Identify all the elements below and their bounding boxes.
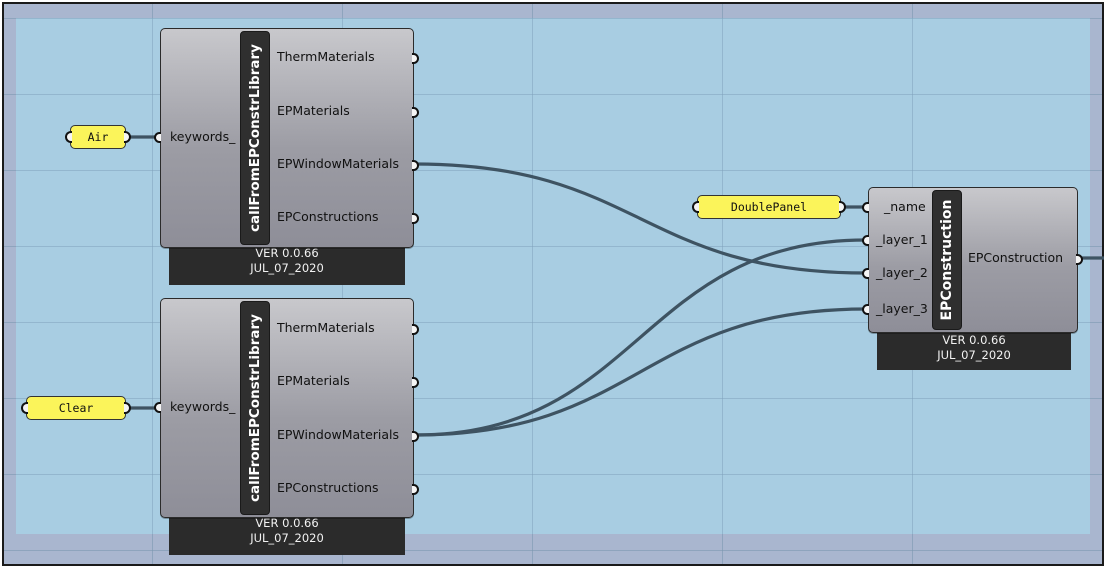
panel-air[interactable]: Air [65,125,131,149]
component-version-footer: VER 0.0.66 JUL_07_2020 [169,243,405,285]
input-label-name: _name [884,199,926,214]
output-label-epconstruction: EPConstruction [968,250,1064,265]
panel-double-panel[interactable]: DoublePanel [692,195,846,219]
panel-clear[interactable]: Clear [21,396,131,420]
date-label: JUL_07_2020 [937,348,1011,362]
date-label: JUL_07_2020 [250,261,324,275]
component-callfromepconstrlibrary-2[interactable]: VER 0.0.66 JUL_07_2020 keywords_ callFro… [154,298,419,555]
output-label-epwindowmaterials: EPWindowMaterials [277,156,400,171]
output-label-epmaterials: EPMaterials [277,103,350,118]
component-version-footer: VER 0.0.66 JUL_07_2020 [169,513,405,555]
component-callfromepconstrlibrary-1[interactable]: VER 0.0.66 JUL_07_2020 keywords_ callFro… [154,28,419,285]
component-name: EPConstruction [939,199,955,321]
wire-windowmat2-to-layer3[interactable] [413,307,868,437]
input-grip-keywords[interactable] [154,132,161,143]
grasshopper-canvas[interactable]: Air Clear DoublePanel VER 0.0.66 JUL_07_… [0,0,1104,566]
panel-input-grip[interactable] [21,402,28,414]
component-name-strip: EPConstruction [932,190,962,330]
output-label-epconstructions: EPConstructions [277,480,379,495]
input-grip-keywords[interactable] [154,402,161,413]
component-name-strip: callFromEPConstrLibrary [240,31,270,245]
date-label: JUL_07_2020 [250,531,324,545]
component-name: callFromEPConstrLibrary [247,44,263,232]
panel-input-grip[interactable] [65,131,72,143]
input-label-keywords: keywords_ [170,129,236,144]
panel-double-panel-text[interactable]: DoublePanel [731,200,807,214]
input-grip-layer-2[interactable] [862,268,869,279]
output-label-thermmaterials: ThermMaterials [277,320,375,335]
panel-clear-text[interactable]: Clear [59,401,94,415]
input-grip-layer-1[interactable] [862,235,869,246]
output-label-epmaterials: EPMaterials [277,373,350,388]
input-grip-name[interactable] [862,202,869,213]
input-label-layer-1: _layer_1 [876,232,928,247]
version-label: VER 0.0.66 [255,246,319,260]
input-label-layer-2: _layer_2 [876,265,928,280]
panel-air-text[interactable]: Air [88,130,109,144]
input-label-keywords: keywords_ [170,399,236,414]
version-label: VER 0.0.66 [255,516,319,530]
output-label-epwindowmaterials: EPWindowMaterials [277,427,400,442]
input-grip-layer-3[interactable] [862,304,869,315]
output-label-epconstructions: EPConstructions [277,209,379,224]
output-label-thermmaterials: ThermMaterials [277,49,375,64]
component-epconstruction[interactable]: VER 0.0.66 JUL_07_2020 _name _layer_1 _l… [862,187,1083,370]
component-name: callFromEPConstrLibrary [247,314,263,502]
version-label: VER 0.0.66 [942,333,1006,347]
component-version-footer: VER 0.0.66 JUL_07_2020 [877,330,1071,370]
input-label-layer-3: _layer_3 [876,301,928,316]
component-name-strip: callFromEPConstrLibrary [240,301,270,515]
panel-input-grip[interactable] [692,201,699,213]
